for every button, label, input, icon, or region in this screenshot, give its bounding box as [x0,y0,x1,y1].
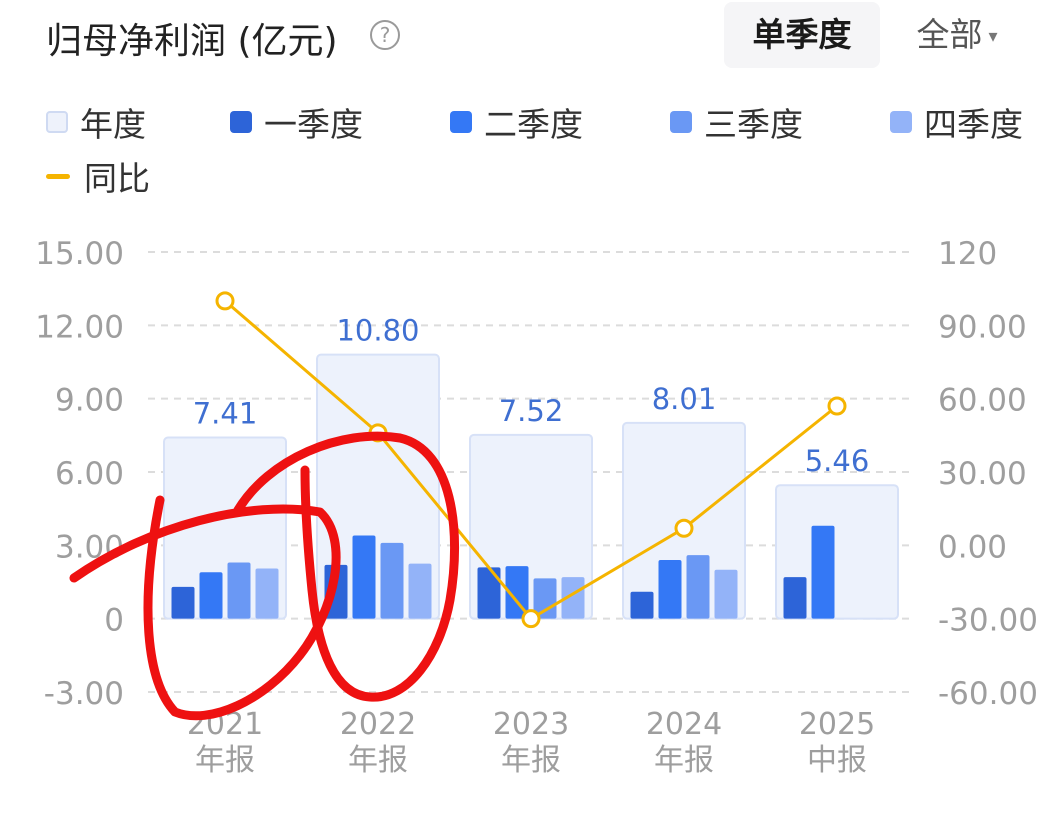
x-tick-year: 2024 [646,707,722,742]
quarter-bar[interactable] [477,567,501,619]
quarter-bar[interactable] [227,562,251,619]
y-right-tick-label: 90.00 [938,309,1027,345]
chart-plot-area: 15.00 120 12.00 90.00 9.00 60.00 6.00 30.00 3.00… [35,236,1038,778]
x-tick-period: 年报 [654,743,714,778]
annual-value-label: 7.52 [499,394,564,428]
yoy-point[interactable] [521,609,541,629]
quarter-bar[interactable] [380,542,404,619]
x-tick-period: 年报 [348,743,408,778]
quarter-bar[interactable] [171,586,195,619]
yoy-point[interactable] [827,396,847,416]
x-tick-period: 年报 [195,743,255,778]
annual-value-label: 5.46 [805,444,870,478]
x-tick-period: 年报 [501,743,561,778]
annual-value-label: 7.41 [193,397,258,431]
y-left-tick-label: 9.00 [55,383,124,419]
y-right-tick-label: 60.00 [938,383,1027,419]
quarter-bar[interactable] [714,569,738,619]
yoy-point[interactable] [215,291,235,311]
quarter-bar[interactable] [408,563,432,619]
y-left-tick-label: 6.00 [55,456,124,492]
quarter-bar[interactable] [630,591,654,619]
quarter-bar[interactable] [811,525,835,619]
y-left-tick-label: 15.00 [35,236,124,272]
y-right-tick-label: 120 [938,236,997,272]
annual-value-label: 10.80 [336,314,419,348]
y-right-tick-label: -30.00 [938,603,1038,639]
quarter-bar[interactable] [783,577,807,619]
y-right-tick-label: 30.00 [938,456,1027,492]
x-tick-year: 2023 [493,707,569,742]
annual-value-label: 8.01 [652,382,717,416]
quarter-bar[interactable] [199,572,223,619]
y-left-tick-label: 0 [104,603,124,639]
x-tick-year: 2022 [340,707,416,742]
quarter-bar[interactable] [352,535,376,619]
quarter-bar[interactable] [658,560,682,619]
quarter-bar[interactable] [686,555,710,619]
y-right-tick-label: 0.00 [938,529,1007,565]
y-left-tick-label: 12.00 [35,309,124,345]
quarter-bar[interactable] [255,568,279,619]
y-right-tick-label: -60.00 [938,676,1038,712]
x-tick-period: 中报 [807,743,867,778]
yoy-point[interactable] [674,518,694,538]
x-tick-year: 2025 [799,707,875,742]
y-left-tick-label: -3.00 [44,676,124,712]
y-left-tick-label: 3.00 [55,529,124,565]
